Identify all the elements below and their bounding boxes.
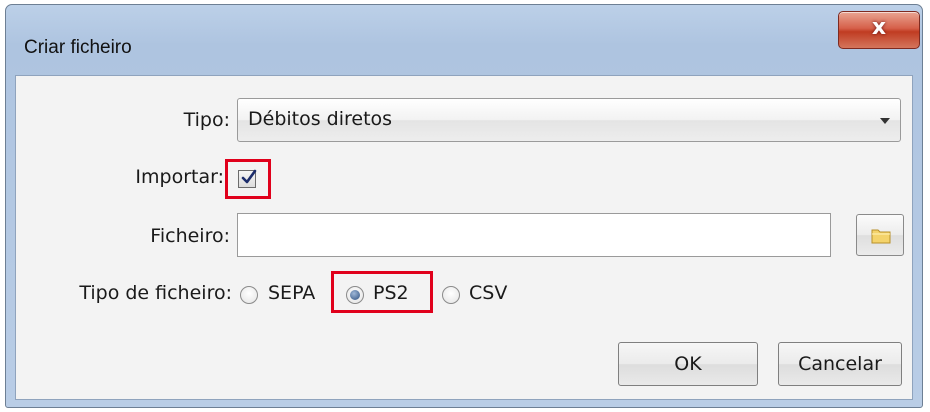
browse-file-button[interactable] [856, 214, 904, 256]
cancel-button[interactable]: Cancelar [778, 342, 902, 386]
importar-label: Importar: [135, 166, 224, 188]
ok-button[interactable]: OK [618, 342, 758, 386]
importar-highlight-box [225, 159, 271, 199]
radio-sepa[interactable] [240, 286, 258, 304]
chevron-down-icon [880, 118, 890, 124]
ficheiro-label: Ficheiro: [150, 225, 230, 247]
dialog-title: Criar ficheiro [24, 37, 132, 58]
dialog-body: Tipo: Débitos diretos Importar: Ficheiro… [15, 75, 913, 400]
radio-sepa-label: SEPA [268, 282, 316, 304]
radio-csv[interactable] [442, 286, 460, 304]
title-bar: Criar ficheiro x [6, 5, 922, 75]
tipo-ficheiro-label: Tipo de ficheiro: [79, 282, 232, 304]
folder-icon [871, 229, 891, 244]
tipo-label: Tipo: [183, 109, 230, 131]
ficheiro-input[interactable] [237, 213, 831, 257]
tipo-select[interactable]: Débitos diretos [237, 98, 901, 142]
radio-csv-label: CSV [469, 282, 508, 304]
dialog-window: Criar ficheiro x Tipo: Débitos diretos I… [5, 4, 923, 408]
ps2-highlight-box [331, 271, 433, 313]
close-icon: x [871, 15, 887, 40]
close-button[interactable]: x [838, 11, 920, 49]
tipo-select-value: Débitos diretos [248, 108, 393, 130]
